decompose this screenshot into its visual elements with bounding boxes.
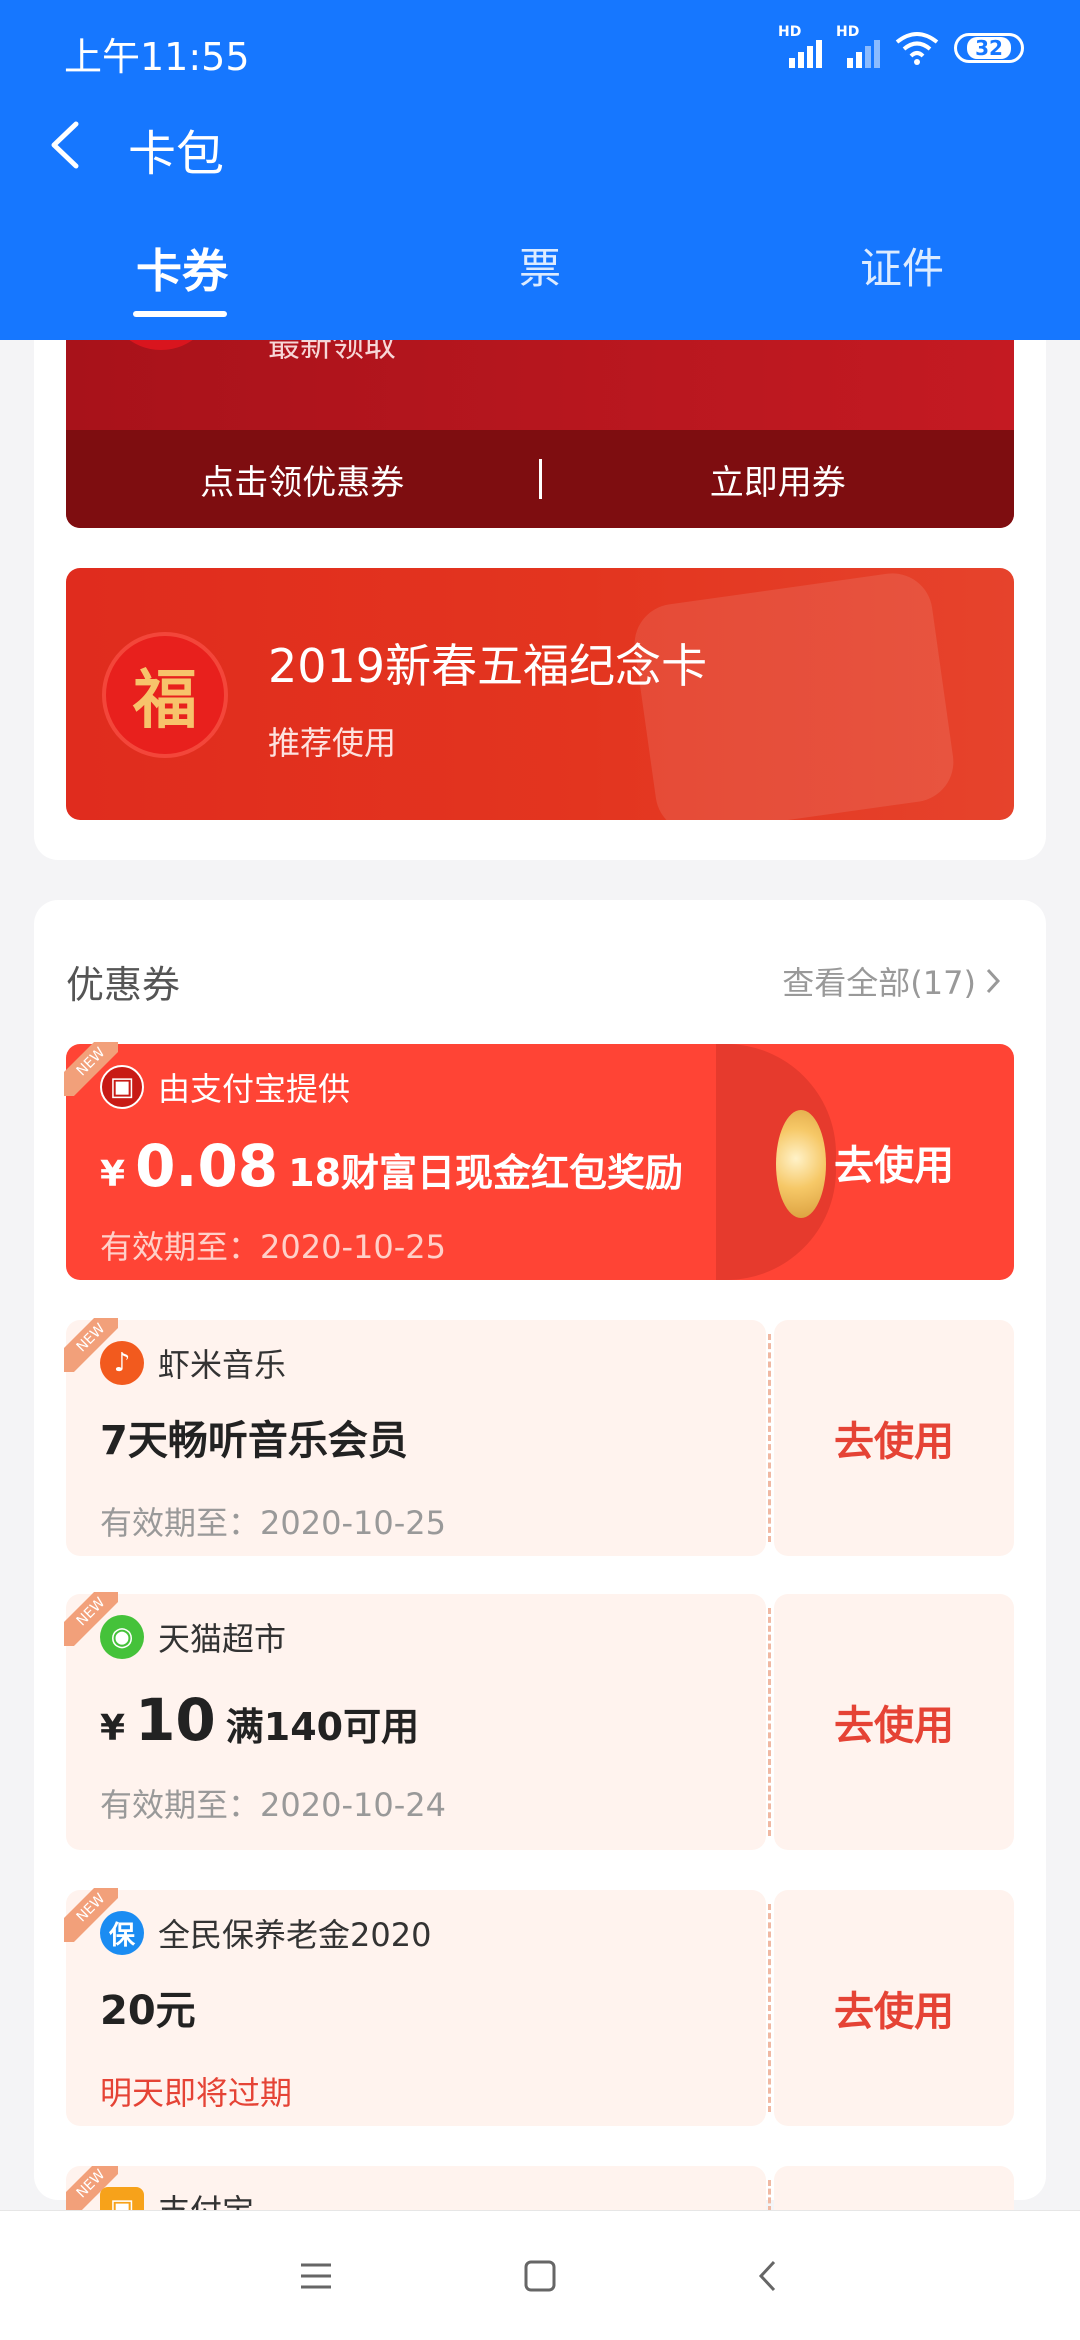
wifi-icon: [895, 32, 939, 65]
coupon-expiry: 有效期至：2020-10-24: [100, 1786, 446, 1824]
coupon-item[interactable]: NEW ▣ 由支付宝提供 ¥ 0.08 18财富日现金红包奖励 有效期至：202…: [64, 1042, 1014, 1280]
coupon-divider: [768, 1608, 771, 1836]
status-bar: 上午11:55 HD HD 32: [0, 0, 1080, 100]
use-button[interactable]: 去使用: [834, 1409, 954, 1467]
red-packet-actions: 点击领优惠券 立即用券: [66, 430, 1014, 528]
coupon-item[interactable]: 去使用 NEW ◉ 天猫超市 ¥ 10 满140可用 有效期至：2020-10-…: [64, 1592, 1014, 1850]
nav-bar: 卡包: [0, 100, 1080, 190]
use-button[interactable]: 去使用: [834, 1693, 954, 1751]
coupon-brand: 保 全民保养老金2020: [100, 1910, 431, 1956]
coupon-brand: ▣ 由支付宝提供: [100, 1064, 350, 1110]
status-icons: HD HD 32: [778, 24, 1024, 68]
coupon-divider: [768, 2180, 771, 2212]
signal-icon-2: HD: [836, 24, 880, 68]
menu-icon[interactable]: [286, 2251, 346, 2301]
coupon-title: 7天畅听音乐会员: [100, 1418, 408, 1464]
coupon-title: 20元: [100, 1988, 196, 2034]
page-title: 卡包: [128, 126, 225, 182]
coupon-expiry: 有效期至：2020-10-25: [100, 1228, 446, 1266]
claim-coupon-button[interactable]: 点击领优惠券: [66, 455, 539, 504]
fu-card-title: 2019新春五福纪念卡: [268, 639, 708, 693]
coupon-item[interactable]: 去使用 NEW 保 全民保养老金2020 20元 明天即将过期: [64, 1888, 1014, 2126]
app-header: 上午11:55 HD HD 32 卡包 卡券 票 证件: [0, 0, 1080, 340]
xiami-music-icon: ♪: [100, 1341, 144, 1385]
tab-bar: 卡券 票 证件: [0, 225, 1080, 325]
battery-icon: 32: [954, 33, 1024, 63]
back-arrow-icon[interactable]: [40, 110, 100, 180]
coupon-expiry: 有效期至：2020-10-25: [100, 1504, 446, 1542]
fu-card[interactable]: 福 2019新春五福纪念卡 推荐使用: [66, 568, 1014, 820]
coupon-expiry-warning: 明天即将过期: [100, 2074, 293, 2112]
coupon-brand: ♪ 虾米音乐: [100, 1340, 286, 1386]
coupon-brand: ◉ 天猫超市: [100, 1614, 286, 1660]
use-button[interactable]: 去使用: [834, 1133, 954, 1191]
status-time: 上午11:55: [64, 35, 250, 79]
tab-certificates[interactable]: 证件: [860, 235, 944, 296]
fu-card-subtitle: 推荐使用: [268, 724, 397, 762]
back-icon[interactable]: [738, 2251, 798, 2301]
signal-icon: HD: [778, 24, 822, 68]
shield-insurance-icon: 保: [100, 1911, 144, 1955]
view-all-link[interactable]: 查看全部(17): [782, 958, 1002, 1004]
coupon-divider: [768, 1334, 771, 1542]
system-navigation-bar: [0, 2210, 1080, 2340]
use-button[interactable]: 去使用: [834, 1979, 954, 2037]
coupon-value: ¥ 0.08 18财富日现金红包奖励: [100, 1132, 684, 1200]
use-coupon-now-button[interactable]: 立即用券: [542, 455, 1015, 504]
coupon-item[interactable]: 去使用 NEW ♪ 虾米音乐 7天畅听音乐会员 有效期至：2020-10-25: [64, 1318, 1014, 1556]
tab-active-indicator: [133, 311, 227, 317]
fu-logo-icon: 福: [102, 632, 228, 758]
red-packet-icon: ▣: [100, 1065, 144, 1109]
chevron-right-icon: [986, 968, 1001, 994]
tab-coupons[interactable]: 卡券: [136, 235, 228, 301]
coupons-section-title: 优惠券: [66, 963, 181, 1007]
tab-tickets[interactable]: 票: [519, 235, 561, 296]
home-icon[interactable]: [510, 2251, 570, 2301]
tmall-supermarket-icon: ◉: [100, 1615, 144, 1659]
coupon-divider: [768, 1904, 771, 2112]
coupon-value: ¥ 10 满140可用: [100, 1686, 420, 1754]
